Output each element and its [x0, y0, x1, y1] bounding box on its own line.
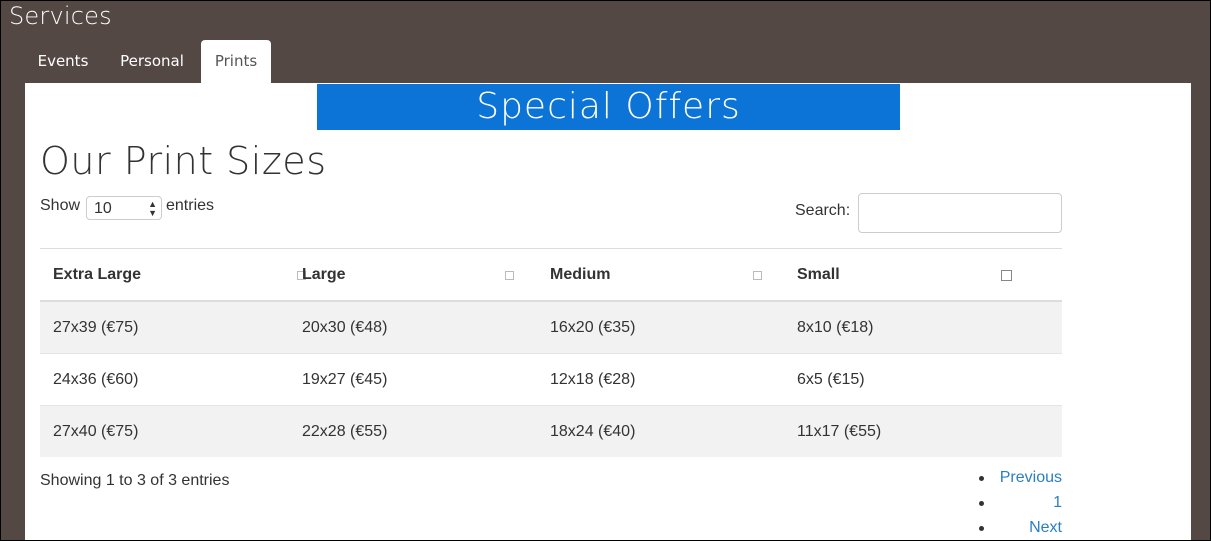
entries-label: entries — [166, 197, 215, 214]
tab-personal[interactable]: Personal — [111, 40, 193, 83]
page-title: Our Print Sizes — [40, 139, 327, 183]
entries-select[interactable]: 10 ▲ ▼ — [86, 196, 162, 220]
bullet-icon — [979, 476, 984, 481]
tab-prints[interactable]: Prints — [201, 40, 271, 84]
column-header-extra-large[interactable]: Extra Large — [40, 248, 306, 302]
pagination-next-link[interactable]: Next — [1029, 519, 1062, 536]
table-cell: 20x30 (€48) — [289, 300, 537, 354]
table-cell: 6x5 (€15) — [784, 353, 1062, 406]
table-cell: 16x20 (€35) — [537, 300, 784, 354]
table-row: 24x36 (€60) 19x27 (€45) 12x18 (€28) 6x5 … — [40, 353, 1062, 406]
table-cell: 12x18 (€28) — [537, 353, 784, 406]
bullet-icon — [979, 501, 984, 506]
column-header-label: Large — [302, 265, 346, 283]
table-row: 27x39 (€75) 20x30 (€48) 16x20 (€35) 8x10… — [40, 300, 1062, 354]
table-cell: 8x10 (€18) — [784, 300, 1062, 354]
show-label: Show — [40, 197, 81, 214]
pagination-previous-link[interactable]: Previous — [1000, 469, 1062, 486]
column-header-label: Small — [797, 265, 840, 283]
table-cell: 27x40 (€75) — [40, 405, 289, 457]
app-title: Services — [9, 2, 112, 30]
special-offers-banner[interactable]: Special Offers — [317, 84, 900, 130]
table-cell: 22x28 (€55) — [289, 405, 537, 457]
column-header-small[interactable]: Small — [784, 248, 1062, 302]
tab-panel-prints: Special Offers Our Print Sizes Show 10 ▲… — [25, 83, 1191, 541]
table-cell: 27x39 (€75) — [40, 300, 289, 354]
sort-icon — [1001, 270, 1012, 281]
table-cell: 11x17 (€55) — [784, 405, 1062, 457]
tab-events[interactable]: Events — [25, 40, 101, 83]
column-header-label: Extra Large — [53, 265, 142, 283]
sort-icon — [505, 271, 514, 280]
select-arrows-icon: ▲ ▼ — [148, 199, 157, 218]
table-header-row: Extra Large Large Medium Small — [40, 248, 1062, 302]
table-row: 27x40 (€75) 22x28 (€55) 18x24 (€40) 11x1… — [40, 405, 1062, 457]
search-label: Search: — [795, 202, 851, 219]
pagination-item-page: 1 — [975, 490, 1062, 515]
column-header-large[interactable]: Large — [289, 248, 537, 302]
bullet-icon — [979, 526, 984, 531]
column-header-label: Medium — [550, 265, 611, 283]
pagination-page-link[interactable]: 1 — [1053, 494, 1062, 511]
pagination-item-previous: Previous — [975, 465, 1062, 490]
pagination: Previous 1 Next — [975, 465, 1062, 540]
pagination-item-next: Next — [975, 515, 1062, 540]
table-cell: 19x27 (€45) — [289, 353, 537, 406]
column-header-medium[interactable]: Medium — [537, 248, 784, 302]
search-input[interactable] — [858, 193, 1062, 233]
print-sizes-table: Extra Large Large Medium Small 27x39 (€7… — [40, 248, 1062, 457]
entries-select-value: 10 — [94, 200, 112, 217]
table-info: Showing 1 to 3 of 3 entries — [40, 472, 230, 489]
table-cell: 18x24 (€40) — [537, 405, 784, 457]
sort-icon — [753, 271, 762, 280]
table-cell: 24x36 (€60) — [40, 353, 289, 406]
